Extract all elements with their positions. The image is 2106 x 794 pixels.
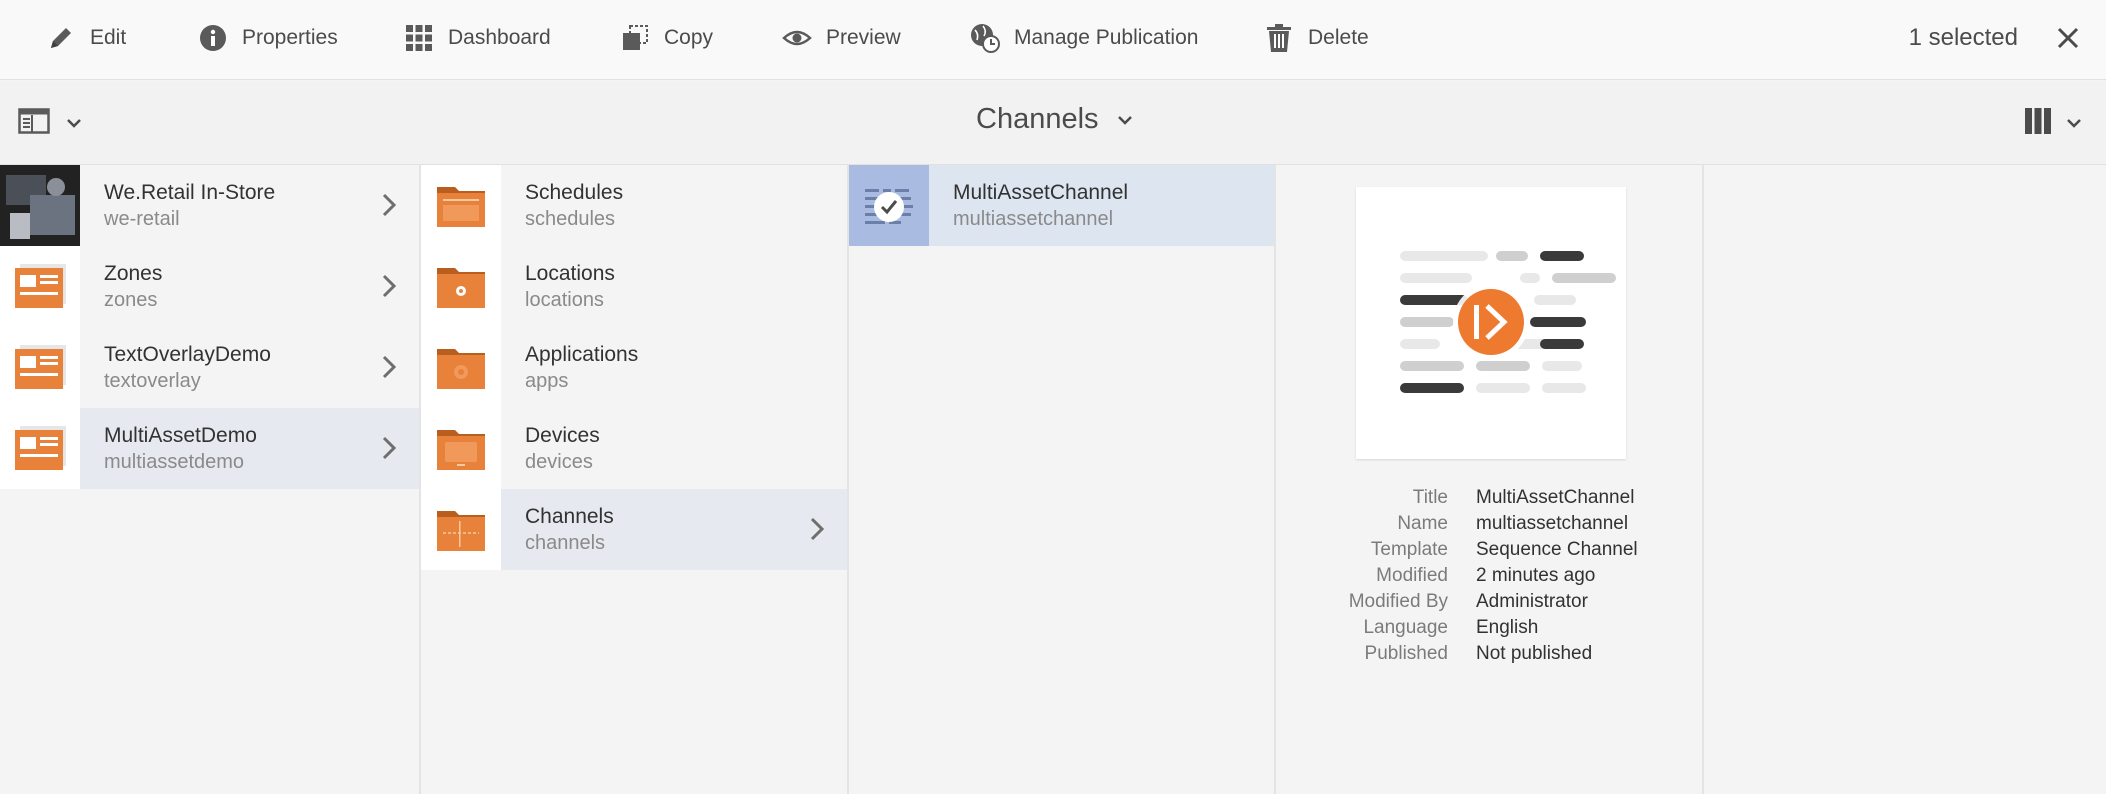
list-item[interactable]: TextOverlayDemo textoverlay [0,327,419,408]
list-item[interactable]: Applications apps [421,327,847,408]
folder-icon [421,489,501,570]
list-item[interactable]: Schedules schedules [421,165,847,246]
globe-clock-icon [968,21,1002,55]
list-item[interactable]: Channels channels [421,489,847,570]
selection-count: 1 selected [1908,24,2018,51]
chevron-down-icon [1117,115,1132,125]
list-item[interactable]: MultiAssetDemo multiassetdemo [0,408,419,489]
properties-button[interactable]: Properties [196,0,338,76]
page-title: Channels [976,103,1099,135]
chevron-right-icon [382,193,397,217]
copy-icon [618,21,652,55]
dashboard-button[interactable]: Dashboard [402,0,551,76]
list-item[interactable]: Devices devices [421,408,847,489]
meta-name: Name multiassetchannel [1397,513,1629,534]
preview-thumbnail [1356,187,1626,459]
pencil-icon [44,21,78,55]
preview-button[interactable]: Preview [780,0,901,76]
channel-thumbnail [849,165,929,246]
project-thumbnail [0,327,80,408]
preview-panel: Title MultiAssetChannel Name multiassetc… [1276,165,1704,794]
info-icon [196,21,230,55]
project-thumbnail [0,408,80,489]
list-item[interactable]: Locations locations [421,246,847,327]
action-bar: Edit Properties Dashboard Copy Preview M… [0,0,2106,80]
meta-language: Language English [1363,617,1539,638]
location-title-dropdown[interactable]: Channels [976,103,1133,136]
delete-button[interactable]: Delete [1262,0,1369,76]
grid-icon [402,21,436,55]
folder-icon [421,327,501,408]
column-sites: We.Retail In-Store we-retail Zones zones… [0,165,421,794]
edit-button[interactable]: Edit [44,0,126,76]
chevron-right-icon [382,274,397,298]
list-item[interactable]: Zones zones [0,246,419,327]
list-item[interactable]: We.Retail In-Store we-retail [0,165,419,246]
folder-icon [421,408,501,489]
play-icon [1474,305,1479,339]
meta-template: Template Sequence Channel [1370,539,1638,560]
manage-publication-button[interactable]: Manage Publication [968,0,1198,76]
column-view-icon [2024,107,2052,140]
folder-icon [421,165,501,246]
view-switcher[interactable] [2024,107,2082,140]
title-bar: Channels [0,81,2106,165]
chevron-right-icon [382,436,397,460]
column-channels: MultiAssetChannel multiassetchannel [849,165,1276,794]
meta-published: Published Not published [1364,643,1593,664]
meta-title: Title MultiAssetChannel [1412,487,1635,508]
chevron-right-icon [382,355,397,379]
close-icon[interactable] [2050,20,2086,56]
chevron-right-icon [810,517,825,541]
folder-icon [421,246,501,327]
trash-icon [1262,21,1296,55]
metadata-list: Title MultiAssetChannel Name multiassetc… [1276,485,1704,667]
column-view: We.Retail In-Store we-retail Zones zones… [0,165,2106,794]
chevron-down-icon [2066,115,2082,133]
eye-icon [780,21,814,55]
list-item-selected[interactable]: MultiAssetChannel multiassetchannel [849,165,1274,246]
copy-button[interactable]: Copy [618,0,713,76]
meta-modified-by: Modified By Administrator [1348,591,1588,612]
site-thumbnail [0,165,80,246]
project-thumbnail [0,246,80,327]
sidebar-icon [18,107,50,140]
column-project-folders: Schedules schedules Locations locations … [421,165,849,794]
meta-modified: Modified 2 minutes ago [1376,565,1596,586]
rail-toggle-button[interactable] [18,107,82,140]
chevron-down-icon [66,115,82,133]
